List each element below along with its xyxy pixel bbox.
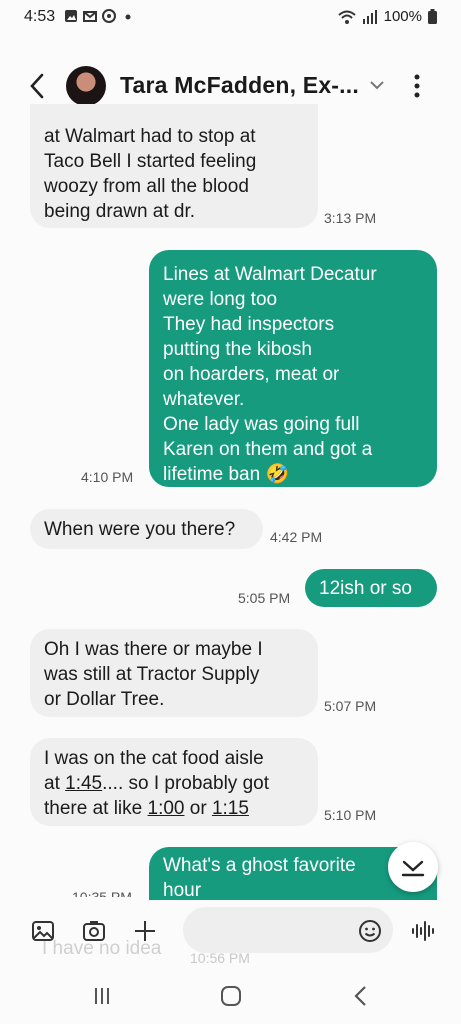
battery-icon <box>428 9 437 24</box>
message-line: was still at Tractor Supply <box>44 664 260 685</box>
message-timestamp: 10:35 PM <box>72 889 132 897</box>
message-line: Oh I was there or maybe I <box>44 639 263 660</box>
dot-icon <box>125 14 131 20</box>
message-text: or <box>184 798 212 819</box>
message-line: at Walmart had to stop at <box>44 126 256 147</box>
message-line: whatever. <box>163 389 245 410</box>
message-timestamp: 4:10 PM <box>81 469 134 485</box>
message-line: What's a ghost favorite <box>163 855 356 876</box>
time-link[interactable]: 1:45 <box>65 773 102 794</box>
message-text: .... so I probably got <box>102 773 269 794</box>
status-time: 4:53 <box>24 8 56 25</box>
message-line: They had inspectors <box>163 314 335 335</box>
battery-percent: 100% <box>383 8 422 25</box>
camera-icon[interactable] <box>82 919 106 943</box>
message-line: there at like 1:00 or 1:15 <box>44 796 304 821</box>
back-arrow-icon[interactable] <box>24 70 52 102</box>
message-timestamp: 3:13 PM <box>324 210 377 226</box>
contact-name[interactable]: Tara McFadden, Ex-... <box>120 72 359 99</box>
message-line: putting the kibosh <box>163 339 312 360</box>
message-line: being drawn at dr. <box>44 201 196 222</box>
gmail-icon <box>83 11 97 22</box>
message-line: on hoarders, meat or <box>163 364 340 385</box>
message-line: at 1:45.... so I probably got <box>44 771 304 796</box>
time-link[interactable]: 1:15 <box>212 798 249 819</box>
message-bubble-incoming[interactable]: Oh I was there or maybe I was still at T… <box>30 629 318 717</box>
message-line: 12ish or so <box>319 578 412 599</box>
contact-avatar[interactable] <box>66 66 106 106</box>
message-line: One lady was going full <box>163 414 360 435</box>
image-notification-icon <box>65 10 77 22</box>
app-notification-icon <box>102 9 116 23</box>
message-bubble-outgoing[interactable]: 12ish or so <box>305 569 437 607</box>
message-bubble-outgoing[interactable]: Lines at Walmart Decatur were long too T… <box>149 250 437 487</box>
message-line: Karen on them and got a <box>163 439 373 460</box>
chevron-down-icon[interactable] <box>368 78 386 92</box>
message-text: there at like <box>44 798 148 819</box>
system-navigation-bar <box>0 970 461 1024</box>
wifi-icon <box>337 10 356 24</box>
message-timestamp: 4:42 PM <box>270 529 323 545</box>
message-line: Lines at Walmart Decatur <box>163 264 377 285</box>
message-timestamp: 5:10 PM <box>324 807 377 823</box>
status-right: 100% <box>337 8 437 25</box>
message-bubble-incoming[interactable]: at Walmart had to stop at Taco Bell I st… <box>30 104 318 228</box>
message-text: at <box>44 773 66 794</box>
message-bubble-incoming[interactable]: When were you there? <box>30 509 263 549</box>
message-line: woozy from all the blood <box>44 176 249 197</box>
message-line: I was on the cat food aisle <box>44 748 264 769</box>
emoji-icon[interactable] <box>358 919 382 943</box>
more-options-icon[interactable] <box>410 72 424 100</box>
time-link[interactable]: 1:00 <box>148 798 185 819</box>
message-line: When were you there? <box>44 519 236 540</box>
scroll-down-icon <box>401 860 425 877</box>
notification-icons <box>64 9 135 23</box>
plus-icon[interactable] <box>133 919 157 943</box>
gallery-icon[interactable] <box>31 919 55 943</box>
message-line: Taco Bell I started feeling <box>44 151 257 172</box>
back-nav-icon[interactable] <box>352 985 370 1007</box>
recent-apps-icon[interactable] <box>92 986 112 1006</box>
message-bubble-incoming[interactable]: I was on the cat food aisle at 1:45.... … <box>30 738 318 826</box>
message-line: lifetime ban 🤣 <box>163 464 290 485</box>
signal-icon <box>362 9 377 24</box>
home-icon[interactable] <box>220 985 242 1007</box>
scroll-to-bottom-button[interactable] <box>388 842 438 892</box>
message-timestamp: 5:07 PM <box>324 698 377 714</box>
message-timestamp: 5:05 PM <box>238 590 291 606</box>
status-bar: 4:53 100% <box>0 0 461 34</box>
message-line: were long too <box>163 289 278 310</box>
message-line: or Dollar Tree. <box>44 689 165 710</box>
voice-icon[interactable] <box>411 919 437 943</box>
